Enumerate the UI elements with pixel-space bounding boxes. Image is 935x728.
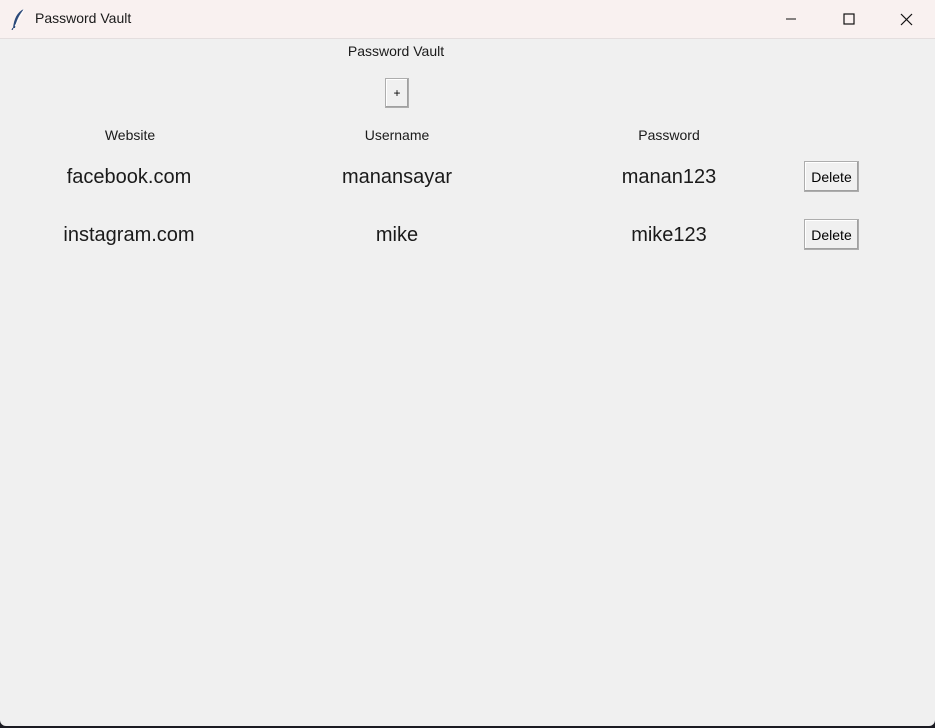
website-cell: instagram.com [63,224,195,246]
column-header-username: Username [364,127,430,143]
minimize-button[interactable] [762,0,820,38]
close-icon [900,13,912,25]
feather-icon [11,8,27,31]
delete-button[interactable]: Delete [804,219,859,250]
website-cell: facebook.com [66,166,192,188]
column-header-website: Website [104,127,156,143]
app-window: Password Vault Password Vault + Website … [0,0,935,726]
title-bar[interactable]: Password Vault [0,0,935,39]
window-title: Password Vault [35,10,132,26]
maximize-icon [843,13,855,25]
password-cell: manan123 [621,166,717,188]
minimize-icon [786,18,796,20]
add-entry-button[interactable]: + [385,78,409,108]
page-title: Password Vault [347,43,445,59]
column-header-password: Password [638,127,700,143]
password-cell: mike123 [631,224,707,246]
close-button[interactable] [877,0,935,38]
username-cell: manansayar [341,166,453,188]
maximize-button[interactable] [820,0,878,38]
delete-button[interactable]: Delete [804,161,859,192]
username-cell: mike [375,224,419,246]
